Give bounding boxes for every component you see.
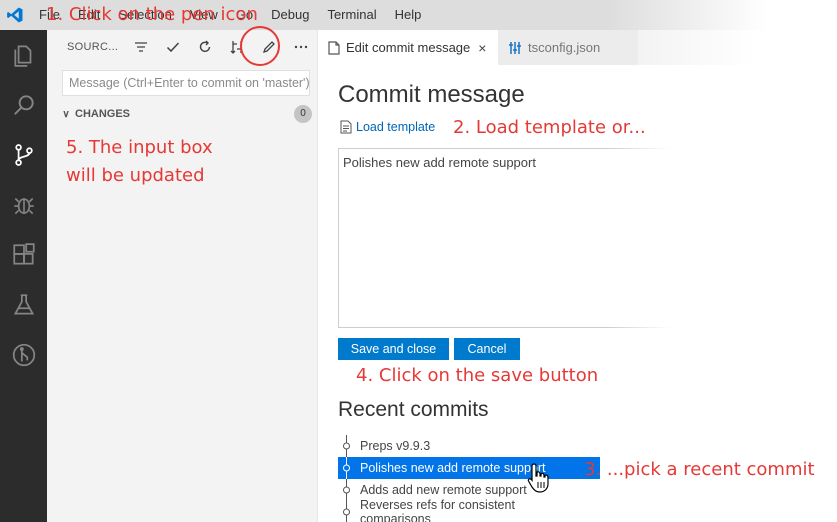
source-control-sidebar: SOURC... Message (Ctrl+Enter to commit o… (47, 30, 317, 522)
extensions-icon[interactable] (0, 230, 47, 280)
commit-check-icon[interactable] (157, 33, 189, 61)
cancel-button[interactable]: Cancel (454, 338, 520, 360)
commit-node-icon (343, 435, 350, 457)
sidebar-title: SOURC... (67, 41, 119, 53)
hand-cursor-icon (527, 463, 549, 493)
recent-commits-heading: Recent commits (338, 398, 489, 421)
tab-label: tsconfig.json (528, 40, 601, 55)
commit-label: Preps v9.9.3 (360, 439, 431, 453)
title-fade (607, 0, 837, 30)
commit-node-icon (343, 479, 350, 501)
tab-tsconfig[interactable]: tsconfig.json (498, 30, 638, 65)
commit-message-input[interactable]: Message (Ctrl+Enter to commit on 'master… (62, 70, 310, 96)
view-as-tree-icon[interactable] (125, 33, 157, 61)
vscode-logo-icon (0, 0, 30, 30)
explorer-icon[interactable] (0, 30, 47, 80)
commit-item[interactable]: Preps v9.9.3 (338, 435, 588, 457)
git-graph-icon[interactable] (0, 330, 47, 380)
menu-help[interactable]: Help (386, 0, 431, 30)
document-icon (328, 40, 340, 55)
more-actions-icon[interactable] (285, 33, 317, 61)
file-icon (340, 120, 352, 134)
commit-node-icon (343, 501, 350, 522)
commit-item[interactable]: Reverses refs for consistent comparisons (338, 498, 588, 522)
changes-label: CHANGES (75, 108, 131, 120)
annotation-step-5-line-1: 5. The input box (66, 137, 213, 158)
tab-label: Edit commit message (346, 40, 471, 55)
menu-debug[interactable]: Debug (262, 0, 318, 30)
menu-terminal[interactable]: Terminal (318, 0, 385, 30)
textarea-fade (608, 147, 678, 331)
annotation-step-1: 1. Click on the pen icon (46, 4, 258, 25)
save-and-close-button[interactable]: Save and close (338, 338, 449, 360)
sidebar-toolbar (125, 33, 317, 61)
annotation-step-5-line-2: will be updated (66, 165, 205, 186)
commit-item-selected[interactable]: Polishes new add remote support (338, 457, 600, 479)
editor-tabs: Edit commit message × tsconfig.json (318, 30, 837, 65)
vscode-window: File Edit Selection View Go Debug Termin… (0, 0, 837, 522)
activity-bar (0, 30, 47, 522)
commit-label: Reverses refs for consistent comparisons (360, 498, 515, 522)
commit-label: Polishes new add remote support (360, 461, 546, 475)
test-flask-icon[interactable] (0, 280, 47, 330)
search-icon[interactable] (0, 80, 47, 130)
annotation-step-3: 3. ...pick a recent commit (584, 459, 815, 480)
tab-edit-commit-message[interactable]: Edit commit message × (318, 30, 498, 65)
commit-node-icon (343, 457, 350, 479)
chevron-down-icon: ∨ (62, 108, 70, 120)
load-template-link[interactable]: Load template (340, 120, 435, 134)
tabs-fade (637, 30, 837, 65)
json-settings-icon (508, 41, 522, 55)
load-template-label: Load template (356, 120, 436, 134)
close-icon[interactable]: × (478, 40, 486, 56)
changes-count-badge: 0 (294, 105, 312, 123)
debug-icon[interactable] (0, 180, 47, 230)
annotation-step-4: 4. Click on the save button (356, 365, 599, 386)
commit-message-heading: Commit message (338, 81, 525, 108)
changes-section-header[interactable]: ∨ CHANGES 0 (57, 104, 312, 124)
source-control-icon[interactable] (0, 130, 47, 180)
commit-label: Adds add new remote support (360, 483, 527, 497)
refresh-icon[interactable] (189, 33, 221, 61)
pen-highlight-circle (240, 26, 280, 66)
annotation-step-2: 2. Load template or... (453, 117, 646, 138)
